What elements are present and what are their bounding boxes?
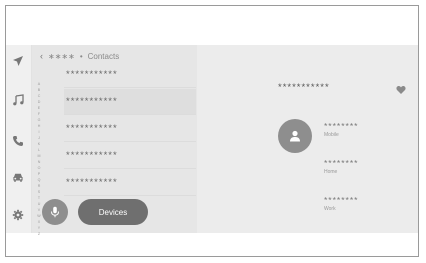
phone-number: ********: [324, 158, 359, 168]
icon-rail: [6, 45, 32, 233]
avatar: [278, 119, 312, 153]
detail-contact-name: ***********: [278, 82, 330, 93]
contact-name: ***********: [66, 69, 118, 80]
contact-name: ***********: [66, 150, 118, 161]
breadcrumb-device-name: ∗∗∗∗: [48, 51, 75, 61]
list-item[interactable]: ***********: [64, 143, 196, 169]
settings-gear-icon[interactable]: [10, 207, 26, 223]
breadcrumb-separator: •: [79, 51, 83, 61]
favorite-heart-icon[interactable]: [396, 82, 406, 94]
navigation-icon[interactable]: [10, 53, 26, 69]
phone-type-label: Work: [324, 206, 336, 212]
car-icon[interactable]: [10, 169, 26, 185]
alphabet-index[interactable]: ABCDEFGHIJKLMNOPQRSTUVWXYZ: [36, 81, 42, 237]
phone-entry-home[interactable]: ******** Home: [324, 158, 358, 175]
list-item[interactable]: ***********: [64, 89, 196, 115]
head-unit-screen: ‹ ∗∗∗∗ • Contacts ABCDEFGHIJKLMNOPQRSTUV…: [6, 45, 418, 236]
phone-number: ********: [324, 121, 359, 131]
phone-entry-work[interactable]: ******** Work: [324, 195, 358, 212]
phone-entry-mobile[interactable]: ******** Mobile: [324, 121, 358, 138]
contact-name: ***********: [66, 177, 118, 188]
phone-icon[interactable]: [10, 133, 26, 149]
devices-button[interactable]: Devices: [78, 199, 148, 225]
breadcrumb: ‹ ∗∗∗∗ • Contacts: [40, 49, 119, 63]
microphone-icon: [51, 206, 59, 218]
list-item[interactable]: ***********: [64, 62, 196, 88]
contact-name: ***********: [66, 96, 118, 107]
back-chevron-icon[interactable]: ‹: [40, 51, 43, 61]
music-icon[interactable]: [10, 92, 26, 108]
phone-number: ********: [324, 195, 359, 205]
person-icon: [290, 130, 300, 142]
list-item[interactable]: ***********: [64, 116, 196, 142]
voice-button[interactable]: [42, 199, 68, 225]
list-item[interactable]: ***********: [64, 170, 196, 196]
phone-type-label: Mobile: [324, 132, 339, 138]
breadcrumb-title: Contacts: [87, 51, 120, 61]
phone-type-label: Home: [324, 169, 338, 175]
contact-detail-panel: *********** ******** Mobile ******** Hom…: [197, 45, 418, 233]
contact-name: ***********: [66, 123, 118, 134]
